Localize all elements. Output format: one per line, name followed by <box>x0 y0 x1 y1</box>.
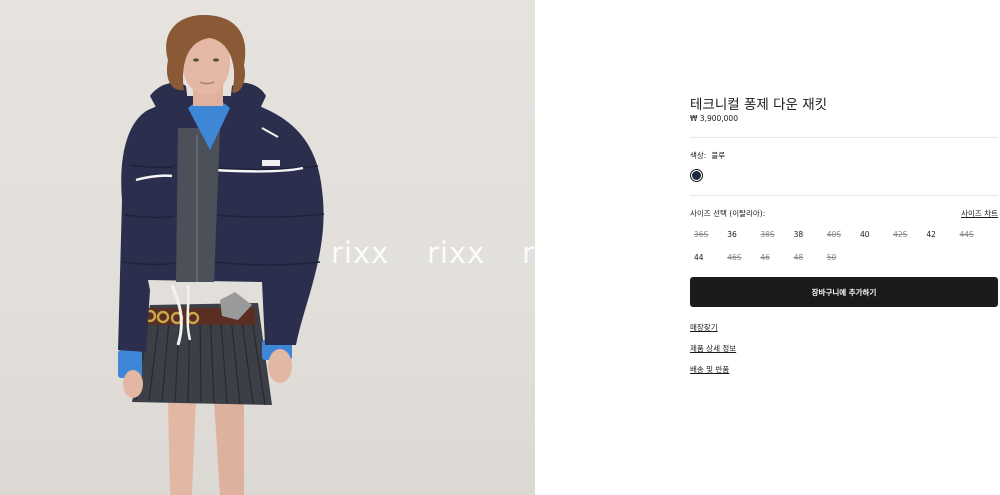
size-option[interactable]: 46 <box>756 249 789 272</box>
size-option[interactable]: 46S <box>723 249 756 272</box>
swatch-fill <box>692 171 701 180</box>
size-option[interactable]: 38S <box>756 226 789 249</box>
color-info: 색상: 블루 <box>690 150 725 161</box>
size-option[interactable]: 40S <box>823 226 856 249</box>
size-option[interactable]: 36 <box>723 226 756 249</box>
shipping-returns-link[interactable]: 배송 및 반품 <box>690 364 729 375</box>
size-option[interactable]: 40 <box>856 226 889 249</box>
size-option[interactable]: 42S <box>889 226 922 249</box>
size-chart-link[interactable]: 사이즈 차트 <box>961 208 998 219</box>
color-label: 색상: <box>690 151 707 160</box>
product-details-link[interactable]: 제품 상세 정보 <box>690 343 736 354</box>
watermark-text: rixx <box>331 236 390 270</box>
size-option[interactable]: 44 <box>690 249 723 272</box>
size-option[interactable]: 36S <box>690 226 723 249</box>
product-price: ₩ 3,900,000 <box>690 114 738 123</box>
watermark-text: rixx <box>427 236 486 270</box>
size-option[interactable]: 42 <box>922 226 955 249</box>
size-option[interactable]: 38 <box>790 226 823 249</box>
store-finder-link[interactable]: 매장찾기 <box>690 322 718 333</box>
size-option[interactable]: 44S <box>956 226 989 249</box>
color-value: 블루 <box>711 151 726 160</box>
size-option[interactable]: 48 <box>790 249 823 272</box>
product-image: rixx rixx r <box>0 0 535 495</box>
divider <box>690 195 998 196</box>
divider <box>690 137 998 138</box>
add-to-cart-button[interactable]: 장바구니에 추가하기 <box>690 277 998 307</box>
product-title: 테크니컬 퐁제 다운 재킷 <box>690 97 828 113</box>
size-options: 36S 36 38S 38 40S 40 42S 42 44S 44 46S 4… <box>690 226 990 272</box>
color-swatch-blue[interactable] <box>690 169 703 182</box>
watermark-text: r <box>522 236 535 270</box>
product-details-panel: 테크니컬 퐁제 다운 재킷 ₩ 3,900,000 색상: 블루 사이즈 선택 (… <box>690 0 1000 495</box>
size-select-label: 사이즈 선택 (이탈리아): <box>690 209 766 218</box>
size-option[interactable]: 50 <box>823 249 856 272</box>
